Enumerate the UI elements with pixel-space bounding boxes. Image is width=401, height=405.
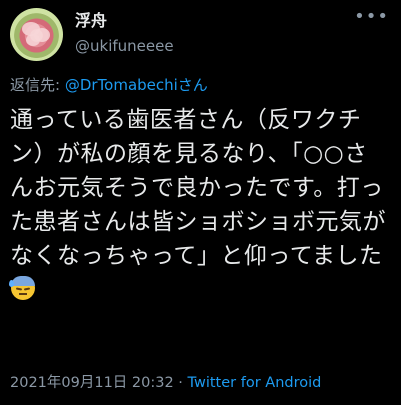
meta-separator: ·: [173, 375, 188, 391]
avatar[interactable]: [10, 8, 63, 61]
emoji-mouth: [19, 293, 27, 295]
user-handle[interactable]: @ukifuneeee: [75, 35, 391, 57]
avatar-petal: [26, 34, 40, 46]
user-names: 浮舟 @ukifuneeee: [75, 10, 391, 57]
tweet-meta: 2021年09月11日 20:32 · Twitter for Android: [10, 373, 321, 393]
tweet-body: 通っている歯医者さん（反ワクチン）が私の顔を見るなり、「○○さんお元気そうで良か…: [10, 107, 386, 269]
tweet: 浮舟 @ukifuneeee ••• 返信先: @DrTomabechiさん 通…: [0, 0, 401, 405]
emoji-eye: [15, 287, 23, 291]
reply-mention-link[interactable]: @DrTomabechiさん: [65, 76, 208, 94]
source-link[interactable]: Twitter for Android: [188, 375, 322, 391]
timestamp[interactable]: 2021年09月11日 20:32: [10, 375, 174, 391]
tweet-text: 通っている歯医者さん（反ワクチン）が私の顔を見るなり、「○○さんお元気そうで良か…: [9, 103, 391, 307]
emoji-brow: [11, 276, 35, 286]
emoji-eye: [23, 287, 31, 291]
reply-prefix: 返信先:: [10, 76, 65, 94]
reply-context: 返信先: @DrTomabechiさん: [10, 75, 391, 95]
display-name[interactable]: 浮舟: [75, 10, 391, 32]
downcast-face-with-sweat-icon: [9, 276, 35, 300]
tweet-header: 浮舟 @ukifuneeee: [10, 8, 391, 68]
more-dots-icon[interactable]: •••: [354, 8, 389, 26]
emoji-sweat-drop: [9, 280, 14, 287]
